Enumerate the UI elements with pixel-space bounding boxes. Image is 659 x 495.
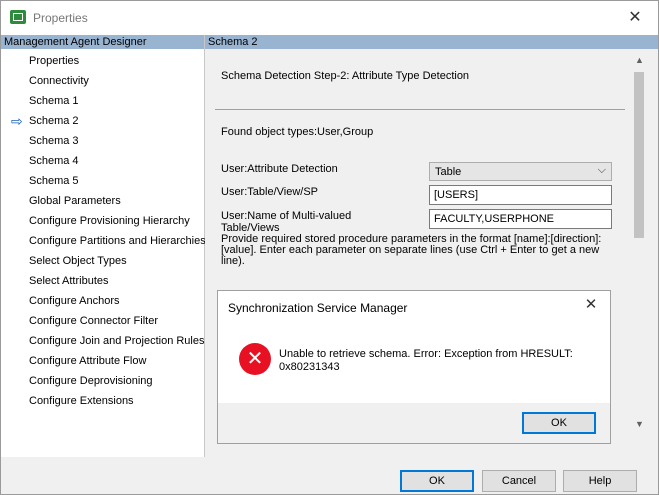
left-panel: Management Agent Designer Properties Con…: [1, 35, 206, 457]
current-step-arrow-icon: ⇨: [11, 113, 23, 129]
step-title: Schema Detection Step-2: Attribute Type …: [221, 70, 470, 82]
nav-item-label: Configure Provisioning Hierarchy: [29, 215, 190, 227]
nav-item-label: Configure Join and Projection Rules: [29, 335, 205, 347]
multi-valued-field[interactable]: FACULTY,USERPHONE: [429, 209, 612, 229]
nav-item-object-types[interactable]: Select Object Types: [1, 253, 204, 273]
error-dialog: Synchronization Service Manager ✕ ✕ Unab…: [217, 290, 611, 444]
nav-item-label: Configure Attribute Flow: [29, 355, 147, 367]
nav-item-global-parameters[interactable]: Global Parameters: [1, 193, 204, 213]
nav-item-label: Select Attributes: [29, 275, 109, 287]
footer-buttons: OK Cancel Help: [1, 457, 658, 494]
attr-detection-select[interactable]: Table ⌵: [429, 162, 612, 181]
nav-item-label: Configure Anchors: [29, 295, 120, 307]
dialog-close-icon[interactable]: ✕: [582, 296, 600, 314]
help-button[interactable]: Help: [563, 470, 637, 492]
right-panel-header: Schema 2: [205, 35, 658, 49]
nav-item-label: Configure Connector Filter: [29, 315, 159, 327]
nav-item-label: Global Parameters: [29, 195, 121, 207]
dialog-footer: OK: [218, 403, 610, 443]
nav-item-schema-5[interactable]: Schema 5: [1, 173, 204, 193]
designer-nav-list: Properties Connectivity Schema 1 ⇨ Schem…: [1, 53, 206, 413]
left-panel-header: Management Agent Designer: [1, 35, 204, 49]
found-object-types: Found object types:User,Group: [221, 126, 374, 138]
dialog-title: Synchronization Service Manager: [228, 301, 408, 315]
nav-item-schema-4[interactable]: Schema 4: [1, 153, 204, 173]
nav-item-label: Properties: [29, 55, 80, 67]
nav-item-schema-1[interactable]: Schema 1: [1, 93, 204, 113]
nav-item-label: Connectivity: [29, 75, 89, 87]
multi-valued-value: FACULTY,USERPHONE: [434, 213, 555, 225]
nav-item-label: Schema 3: [29, 135, 79, 147]
scroll-thumb[interactable]: [634, 72, 644, 238]
nav-item-label: Configure Partitions and Hierarchies: [29, 235, 206, 247]
multi-valued-label: User:Name of Multi-valued Table/Views: [221, 210, 351, 234]
multi-valued-label-line1: User:Name of Multi-valued: [221, 210, 352, 222]
nav-item-label: Schema 4: [29, 155, 79, 167]
ok-button[interactable]: OK: [400, 470, 474, 492]
nav-item-extensions[interactable]: Configure Extensions: [1, 393, 204, 413]
nav-item-partitions[interactable]: Configure Partitions and Hierarchies: [1, 233, 206, 253]
chevron-down-icon: ⌵: [597, 164, 606, 176]
window-title: Properties: [33, 11, 88, 25]
nav-item-properties[interactable]: Properties: [1, 53, 204, 73]
nav-item-connectivity[interactable]: Connectivity: [1, 73, 204, 93]
vertical-scrollbar[interactable]: ▲ ▼: [631, 49, 648, 431]
nav-item-join-projection[interactable]: Configure Join and Projection Rules: [1, 333, 205, 353]
attr-detection-label: User:Attribute Detection: [221, 163, 338, 175]
table-view-sp-value: [USERS]: [434, 189, 479, 201]
error-message: Unable to retrieve schema. Error: Except…: [279, 348, 573, 373]
nav-item-anchors[interactable]: Configure Anchors: [1, 293, 204, 313]
nav-item-attribute-flow[interactable]: Configure Attribute Flow: [1, 353, 204, 373]
attr-detection-value: Table: [435, 166, 462, 178]
nav-item-label: Schema 2: [29, 115, 79, 127]
nav-item-label: Configure Extensions: [29, 395, 134, 407]
divider: [215, 109, 625, 110]
nav-item-schema-3[interactable]: Schema 3: [1, 133, 204, 153]
nav-item-schema-2[interactable]: ⇨ Schema 2: [1, 113, 204, 133]
table-view-sp-label: User:Table/View/SP: [221, 186, 319, 198]
app-icon: [10, 10, 26, 24]
table-view-sp-field[interactable]: [USERS]: [429, 185, 612, 205]
scroll-up-icon[interactable]: ▲: [635, 55, 644, 65]
nav-item-label: Schema 1: [29, 95, 79, 107]
error-icon: ✕: [239, 343, 271, 375]
nav-item-label: Schema 5: [29, 175, 79, 187]
properties-window: Properties ✕ Management Agent Designer P…: [0, 0, 659, 495]
nav-item-deprovisioning[interactable]: Configure Deprovisioning: [1, 373, 204, 393]
nav-item-provisioning-hierarchy[interactable]: Configure Provisioning Hierarchy: [1, 213, 204, 233]
scroll-down-icon[interactable]: ▼: [635, 419, 644, 429]
nav-item-connector-filter[interactable]: Configure Connector Filter: [1, 313, 204, 333]
nav-item-label: Select Object Types: [29, 255, 127, 267]
cancel-button[interactable]: Cancel: [482, 470, 556, 492]
dialog-ok-button[interactable]: OK: [522, 412, 596, 434]
title-bar: Properties ✕: [1, 1, 658, 35]
nav-item-attributes[interactable]: Select Attributes: [1, 273, 204, 293]
window-close-icon[interactable]: ✕: [626, 9, 644, 27]
nav-item-label: Configure Deprovisioning: [29, 375, 153, 387]
stored-procedure-help-text: Provide required stored procedure parame…: [221, 233, 602, 267]
